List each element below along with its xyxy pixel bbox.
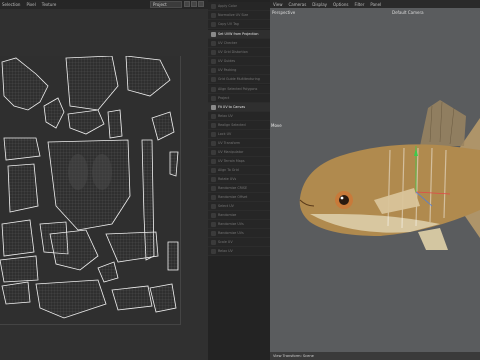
command-icon — [211, 114, 216, 119]
command-icon — [211, 105, 216, 110]
command-item[interactable]: UV Packing — [208, 66, 270, 75]
command-label: UV Terrain Maps — [218, 159, 245, 163]
command-label: Relax UV — [218, 249, 233, 253]
command-label: Randomize UVs — [218, 222, 244, 226]
command-item[interactable]: Scale UV — [208, 238, 270, 247]
command-icon — [211, 22, 216, 27]
command-icon — [211, 96, 216, 101]
command-label: Rotate UVs — [218, 177, 237, 181]
menu-selection[interactable]: Selection — [2, 2, 20, 7]
command-item[interactable]: Relax UV — [208, 247, 270, 256]
viewport-status-bar: View Transform: Scene — [270, 352, 480, 360]
command-label: Relax UV — [218, 114, 233, 118]
command-item[interactable]: Normalize UV Size — [208, 11, 270, 20]
pelvic-fin — [418, 228, 448, 250]
command-label: Copy UV Tag — [218, 22, 239, 26]
command-icon — [211, 32, 216, 37]
command-label: UV Grid Distortion — [218, 50, 248, 54]
command-item[interactable]: Align Selected Polygons — [208, 85, 270, 94]
command-label: Align To Grid — [218, 168, 239, 172]
fish-model[interactable] — [270, 0, 480, 352]
command-icon — [211, 240, 216, 245]
command-item[interactable]: Copy UV Tag — [208, 20, 270, 29]
command-item[interactable]: Randomize UVs — [208, 229, 270, 238]
command-item[interactable]: Randomize CRISE — [208, 184, 270, 193]
dorsal-fin — [420, 100, 466, 146]
command-icon — [211, 159, 216, 164]
uv-island-map — [0, 56, 179, 319]
command-item[interactable]: UV Terrain Maps — [208, 157, 270, 166]
command-item[interactable]: Rotate UVs — [208, 175, 270, 184]
command-icon — [211, 50, 216, 55]
command-item[interactable]: UV Manipulator — [208, 148, 270, 157]
command-icon — [211, 87, 216, 92]
command-label: Realign Selected — [218, 123, 246, 127]
menu-texture[interactable]: Texture — [42, 2, 57, 7]
command-icon — [211, 222, 216, 227]
command-label: Align Selected Polygons — [218, 87, 258, 91]
command-item[interactable]: Randomize UVs — [208, 220, 270, 229]
command-icon — [211, 4, 216, 9]
command-icon — [211, 132, 216, 137]
lock-icon[interactable] — [184, 1, 190, 7]
command-label: UV Guides — [218, 59, 236, 63]
command-icon — [211, 141, 216, 146]
command-icon — [211, 213, 216, 218]
command-icon — [211, 195, 216, 200]
command-item[interactable]: Realign Selected — [208, 121, 270, 130]
command-item[interactable]: Align To Grid — [208, 166, 270, 175]
command-icon — [211, 68, 216, 73]
command-icon — [211, 41, 216, 46]
command-item[interactable]: UV Grid Distortion — [208, 48, 270, 57]
command-label: UV Transform — [218, 141, 241, 145]
command-label: Fit UV to Canvas — [218, 105, 246, 109]
command-label: Normalize UV Size — [218, 13, 249, 17]
command-label: Randomize UVs — [218, 231, 244, 235]
command-label: Grid Guide Multitexturing — [218, 77, 260, 81]
command-label: Randomize — [218, 213, 237, 217]
uv-canvas[interactable] — [0, 56, 181, 325]
command-label: Randomize Offset — [218, 195, 248, 199]
command-label: Set UVW from Projection — [218, 32, 259, 36]
command-item[interactable]: Relax UV — [208, 112, 270, 121]
command-icon — [211, 13, 216, 18]
command-item[interactable]: Set UVW from Projection — [208, 30, 270, 39]
command-icon — [211, 59, 216, 64]
projection-dropdown[interactable]: Project — [150, 1, 182, 8]
command-label: Randomize CRISE — [218, 186, 248, 190]
command-icon — [211, 204, 216, 209]
command-item[interactable]: UV Guides — [208, 57, 270, 66]
command-item[interactable]: Apply Color — [208, 2, 270, 11]
command-label: UV Manipulator — [218, 150, 244, 154]
command-icon — [211, 77, 216, 82]
command-item[interactable]: Randomize — [208, 211, 270, 220]
command-icon — [211, 249, 216, 254]
command-item[interactable]: Select UV — [208, 202, 270, 211]
command-icon — [211, 186, 216, 191]
command-label: Select UV — [218, 204, 234, 208]
command-label: Apply Color — [218, 4, 237, 8]
command-item[interactable]: Grid Guide Multitexturing — [208, 75, 270, 84]
menu-pixel[interactable]: Pixel — [26, 2, 35, 7]
command-item[interactable]: Project — [208, 94, 270, 103]
command-label: Scale UV — [218, 240, 233, 244]
command-label: Project — [218, 96, 230, 100]
settings-icon[interactable] — [198, 1, 204, 7]
command-item[interactable]: Lock UV — [208, 130, 270, 139]
command-label: Lock UV — [218, 132, 232, 136]
command-item[interactable]: Fit UV to Canvas — [208, 103, 270, 112]
command-icon — [211, 177, 216, 182]
command-label: UV Checker — [218, 41, 238, 45]
command-icon — [211, 123, 216, 128]
command-icon — [211, 231, 216, 236]
command-item[interactable]: UV Transform — [208, 139, 270, 148]
command-icon — [211, 150, 216, 155]
command-item[interactable]: Randomize Offset — [208, 193, 270, 202]
command-item[interactable]: UV Checker — [208, 39, 270, 48]
grid-icon[interactable] — [191, 1, 197, 7]
command-icon — [211, 168, 216, 173]
command-label: UV Packing — [218, 68, 237, 72]
